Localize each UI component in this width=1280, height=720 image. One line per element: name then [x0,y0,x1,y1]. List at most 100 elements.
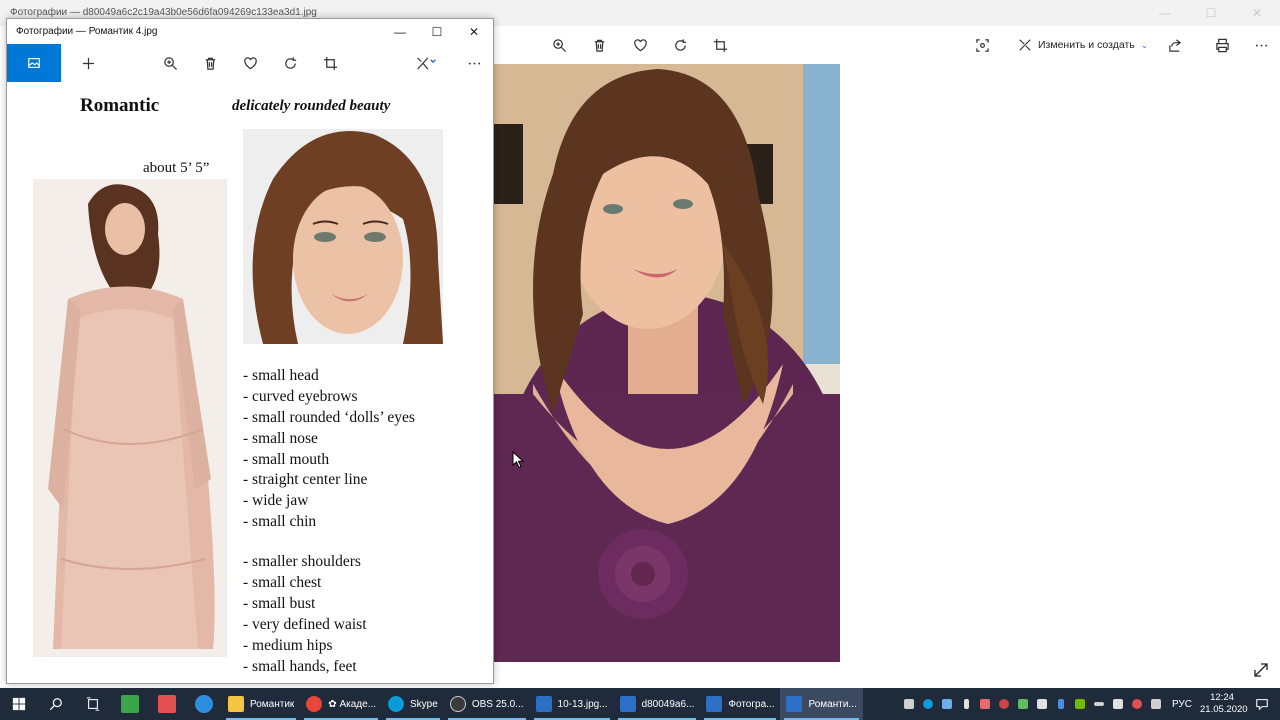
network-icon[interactable] [1033,688,1052,720]
folder-icon [228,696,244,712]
minimize-icon[interactable]: — [381,19,419,44]
taskbar-app-photo-2[interactable]: d80049a6... [614,688,701,720]
crop-icon[interactable] [319,52,341,74]
edit-create-button[interactable]: Изменить и создать ⌄ [1018,34,1148,56]
camtasia-icon[interactable] [111,688,148,720]
task-view-icon[interactable] [74,688,111,720]
bluetooth-icon[interactable] [1052,688,1071,720]
maximize-icon[interactable]: ☐ [418,19,456,44]
tray-app-icon[interactable] [938,688,957,720]
front-window-title: Фотографии — Романтик 4.jpg [16,26,158,37]
list-item: - smaller shoulders [243,553,361,571]
taskbar-app-label: Романти... [808,698,857,710]
microphone-icon[interactable] [957,688,976,720]
taskbar-app-photo-1[interactable]: 10-13.jpg... [530,688,614,720]
list-item: - small bust [243,594,316,612]
feature-list: - small head - curved eyebrows - small r… [243,366,415,677]
share-icon[interactable] [1164,34,1186,56]
search-icon[interactable] [37,688,74,720]
view-photo-icon [28,58,40,68]
more-icon[interactable] [463,52,485,74]
close-icon[interactable]: ✕ [1234,0,1280,26]
taskbar-app-label: ✿ Акаде... [328,698,377,710]
list-item: - small rounded ‘dolls’ eyes [243,408,415,426]
front-photos-window: Фотографии — Романтик 4.jpg — ☐ ✕ Romant… [6,18,494,684]
taskbar-app-chrome[interactable]: ✿ Акаде... [300,688,382,720]
print-icon[interactable] [1211,34,1233,56]
favorite-icon[interactable] [239,52,261,74]
rotate-icon[interactable] [669,34,691,56]
tray-app-icon[interactable] [1128,688,1147,720]
chevron-down-icon: ⌄ [1140,39,1149,50]
pen-icon[interactable] [1090,688,1109,720]
list-item: - small nose [243,429,318,447]
clock-time: 12:24 [1210,692,1234,703]
delete-icon[interactable] [199,52,221,74]
taskbar-app-skype[interactable]: Skype [382,688,444,720]
nvidia-icon[interactable] [1071,688,1090,720]
portrait-photo [493,64,840,662]
list-item: - medium hips [243,636,333,654]
edit-icon[interactable] [411,52,441,74]
taskbar-app-photo-4[interactable]: Романти... [780,688,863,720]
tray-app-icon[interactable] [900,688,919,720]
background-window-controls: — ☐ ✕ [1142,0,1280,26]
taskbar-app-label: Романтик [250,698,295,710]
front-title-bar: Фотографии — Романтик 4.jpg — ☐ ✕ [7,19,493,44]
more-icon[interactable] [1250,34,1272,56]
zoom-icon[interactable] [548,34,570,56]
add-icon[interactable] [77,52,99,74]
list-item: - small hands, feet [243,657,357,675]
document-title: Romantic [80,95,160,116]
taskbar-app-photo-3[interactable]: Фотогра... [700,688,780,720]
taskbar-app-obs[interactable]: OBS 25.0... [444,688,530,720]
edit-create-icon [1019,39,1031,51]
list-item: - straight center line [243,471,368,489]
taskbar-app-label: 10-13.jpg... [557,698,608,710]
notifications-icon[interactable] [1244,688,1280,720]
start-button[interactable] [0,688,37,720]
document-height: about 5’ 5” [143,160,210,176]
list-item: - small chest [243,574,322,592]
tray-app-icon[interactable] [1014,688,1033,720]
language-indicator[interactable]: РУС [1166,699,1200,710]
obs-icon [449,696,466,712]
list-item: - very defined waist [243,615,367,633]
tray-app-icon[interactable] [976,688,995,720]
taskbar-app-label: d80049a6... [641,698,695,710]
face-closeup-photo [243,129,443,344]
taskbar-app-explorer[interactable]: Романтик [222,688,300,720]
system-tray: РУС 12:24 21.05.2020 [900,688,1280,720]
document-subtitle: delicately rounded beauty [232,98,391,114]
zoom-icon[interactable] [159,52,181,74]
enhance-icon[interactable] [971,34,993,56]
crop-icon[interactable] [709,34,731,56]
maximize-icon[interactable]: ☐ [1188,0,1234,26]
favorite-icon[interactable] [629,34,651,56]
mouse-cursor-icon [512,450,525,469]
taskbar-app-label: Skype [410,698,438,710]
photos-icon [619,696,636,712]
rotate-icon[interactable] [279,52,301,74]
edit-create-label: Изменить и создать [1038,39,1135,51]
fullscreen-icon[interactable] [1252,661,1270,679]
view-photo-button[interactable] [7,44,61,82]
full-body-photo [33,179,227,657]
tray-skype-icon[interactable] [919,688,938,720]
photos-icon [535,696,552,712]
tray-app-icon[interactable] [995,688,1014,720]
skype-icon [388,696,405,712]
editor-icon[interactable] [148,688,185,720]
clock-date: 21.05.2020 [1200,704,1248,715]
delete-icon[interactable] [588,34,610,56]
clock[interactable]: 12:24 21.05.2020 [1200,692,1248,716]
list-item: - curved eyebrows [243,387,358,405]
tray-app-icon[interactable] [1147,688,1166,720]
taskbar-app-label: OBS 25.0... [471,698,524,710]
taskbar: Романтик ✿ Акаде... Skype OBS 25.0... 10… [0,688,1280,720]
minimize-icon[interactable]: — [1142,0,1188,26]
edge-icon[interactable] [185,688,222,720]
volume-icon[interactable] [1109,688,1128,720]
taskbar-app-label: Фотогра... [728,698,775,710]
close-icon[interactable]: ✕ [455,19,493,44]
